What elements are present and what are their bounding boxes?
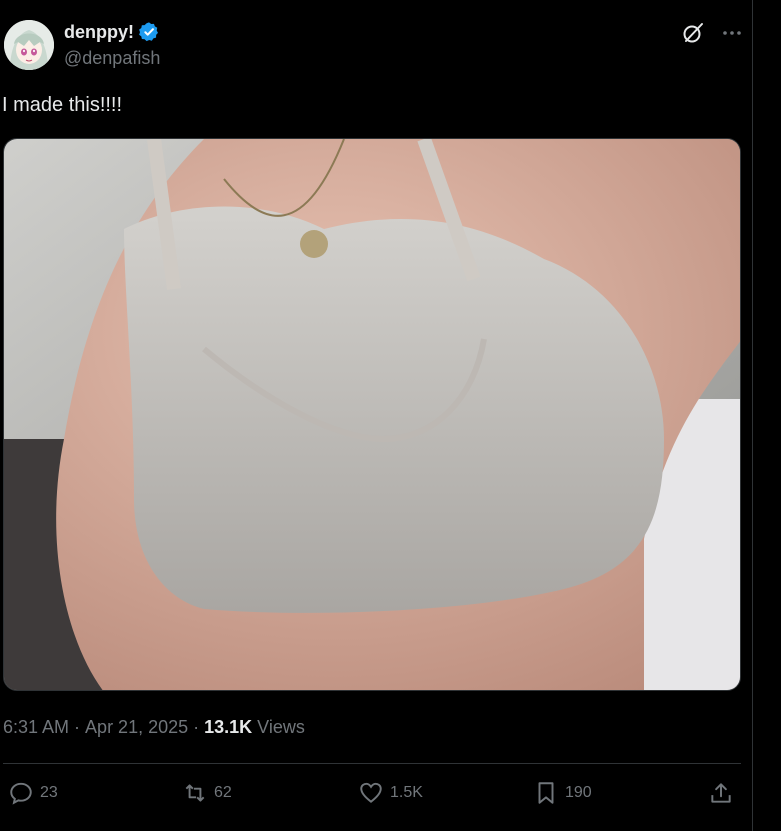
avatar-illustration — [4, 20, 54, 70]
reply-icon — [10, 782, 32, 805]
meta-separator: · — [74, 717, 81, 737]
more-options-icon[interactable] — [720, 21, 744, 45]
bookmark-count: 190 — [565, 784, 592, 801]
share-icon — [711, 783, 731, 803]
column-border — [752, 0, 753, 831]
divider — [3, 763, 741, 764]
user-handle[interactable]: @denpafish — [64, 48, 160, 69]
tweet-meta: 6:31 AM · Apr 21, 2025 · 13.1K Views — [3, 717, 305, 738]
display-name[interactable]: denppy! — [64, 22, 134, 43]
retweet-count: 62 — [214, 784, 232, 801]
retweet-icon — [185, 784, 205, 802]
avatar[interactable] — [4, 20, 54, 70]
like-button[interactable]: 1.5K — [358, 780, 423, 806]
tweet-media[interactable] — [3, 138, 741, 691]
action-bar: 23 62 1.5K 190 — [0, 780, 745, 810]
author-name-row[interactable]: denppy! — [64, 21, 160, 43]
meta-separator: · — [193, 717, 200, 737]
like-count: 1.5K — [390, 784, 423, 801]
tweet-date[interactable]: Apr 21, 2025 — [85, 717, 188, 738]
reply-count: 23 — [40, 784, 58, 801]
share-button[interactable] — [708, 780, 734, 806]
tweet-time[interactable]: 6:31 AM — [3, 717, 69, 738]
views-label: Views — [257, 717, 305, 737]
bookmark-button[interactable]: 190 — [533, 780, 592, 806]
tweet-text: I made this!!!! — [2, 94, 123, 116]
bookmark-icon — [538, 782, 554, 804]
photo — [4, 139, 740, 690]
reply-button[interactable]: 23 — [8, 780, 58, 806]
verified-badge-icon[interactable] — [138, 21, 160, 43]
grok-icon[interactable] — [680, 20, 706, 46]
retweet-button[interactable]: 62 — [182, 780, 232, 806]
views-count: 13.1K — [204, 717, 253, 737]
tweet-top-actions — [680, 20, 744, 46]
heart-icon — [360, 782, 382, 803]
